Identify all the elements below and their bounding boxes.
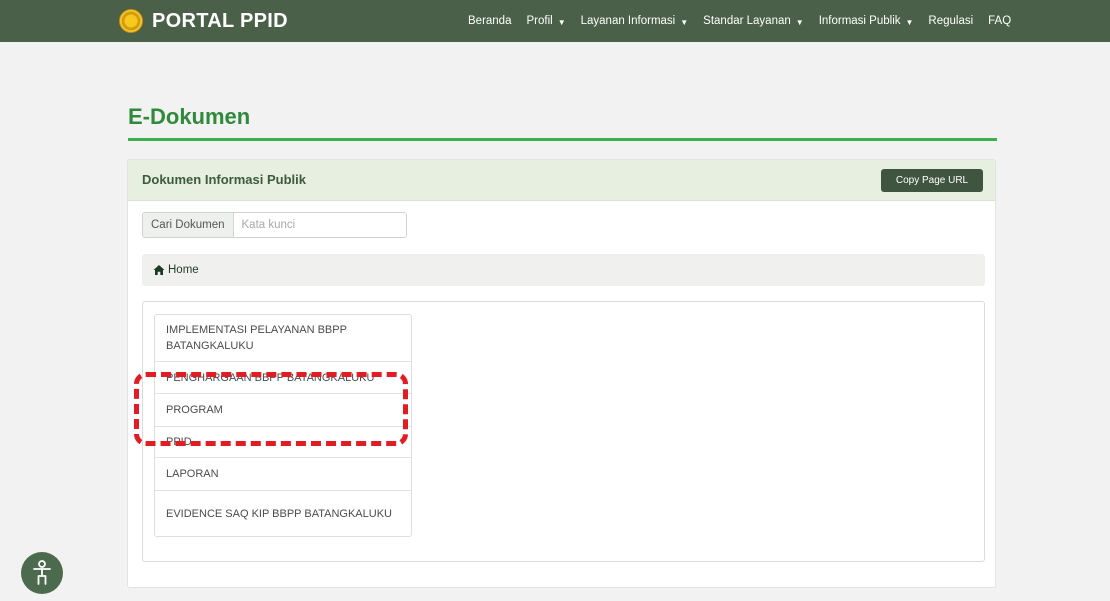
nav-item-label: Profil — [526, 15, 553, 27]
nav-item-beranda[interactable]: Beranda — [468, 15, 511, 27]
search-label: Cari Dokumen — [143, 213, 234, 237]
copy-page-url-button[interactable]: Copy Page URL — [881, 169, 983, 192]
nav-item-label: FAQ — [988, 15, 1012, 27]
title-divider — [128, 138, 997, 141]
folder-item-evidence-saq[interactable]: EVIDENCE SAQ KIP BBPP BATANGKALUKU — [155, 491, 411, 536]
search-group: Cari Dokumen — [142, 212, 407, 238]
nav-item-label: Informasi Publik — [818, 15, 901, 27]
folder-item-laporan[interactable]: LAPORAN — [155, 458, 411, 491]
folder-item-implementasi[interactable]: IMPLEMENTASI PELAYANAN BBPP BATANGKALUKU — [155, 315, 411, 362]
nav-item-layanan-informasi[interactable]: Layanan Informasi ▼ — [581, 15, 689, 27]
caret-down-icon: ▼ — [905, 17, 914, 27]
folder-item-ppid[interactable]: PPID — [155, 427, 411, 458]
nav-item-regulasi[interactable]: Regulasi — [928, 15, 973, 27]
nav-item-label: Standar Layanan — [703, 15, 791, 27]
documents-panel: Dokumen Informasi Publik Copy Page URL C… — [127, 159, 996, 588]
brand[interactable]: PORTAL PPID — [119, 6, 288, 36]
brand-title: PORTAL PPID — [152, 9, 288, 32]
caret-down-icon: ▼ — [795, 17, 804, 27]
folder-list-container: IMPLEMENTASI PELAYANAN BBPP BATANGKALUKU… — [142, 301, 985, 562]
folder-list: IMPLEMENTASI PELAYANAN BBPP BATANGKALUKU… — [154, 314, 412, 537]
nav-item-label: Layanan Informasi — [580, 15, 676, 27]
accessibility-icon — [33, 560, 51, 585]
home-icon — [153, 265, 165, 275]
folder-item-program[interactable]: PROGRAM — [155, 394, 411, 427]
panel-header: Dokumen Informasi Publik Copy Page URL — [128, 160, 995, 201]
nav-menu: Beranda Profil ▼ Layanan Informasi ▼ Sta… — [468, 0, 1026, 42]
top-navbar: PORTAL PPID Beranda Profil ▼ Layanan Inf… — [0, 0, 1110, 42]
folder-item-penghargaan[interactable]: PENGHARGAAN BBPP BATANGKALUKU — [155, 362, 411, 394]
nav-item-faq[interactable]: FAQ — [988, 15, 1011, 27]
page-title: E-Dokumen — [128, 104, 251, 129]
nav-item-informasi-publik[interactable]: Informasi Publik ▼ — [819, 15, 914, 27]
panel-title: Dokumen Informasi Publik — [142, 172, 306, 187]
caret-down-icon: ▼ — [557, 17, 566, 27]
caret-down-icon: ▼ — [680, 17, 689, 27]
breadcrumb: Home — [142, 254, 985, 286]
breadcrumb-home-link[interactable]: Home — [168, 264, 199, 276]
accessibility-button[interactable] — [21, 552, 63, 594]
nav-item-label: Regulasi — [928, 15, 974, 27]
search-input[interactable] — [233, 213, 406, 237]
emblem-logo-icon — [119, 9, 143, 33]
nav-item-standar-layanan[interactable]: Standar Layanan ▼ — [703, 15, 804, 27]
nav-item-label: Beranda — [468, 15, 512, 27]
nav-item-profil[interactable]: Profil ▼ — [526, 15, 565, 27]
